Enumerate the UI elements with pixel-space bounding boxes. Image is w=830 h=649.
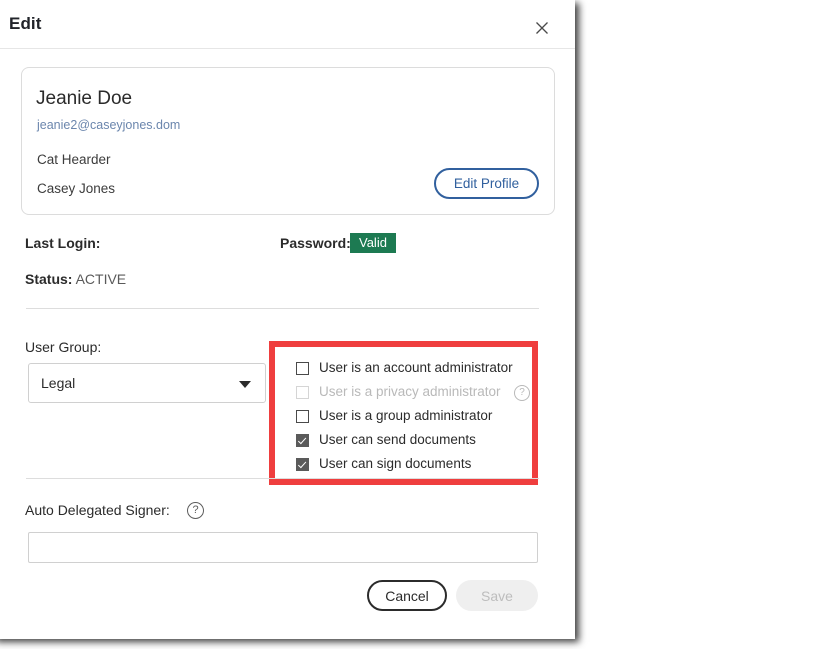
profile-job-title: Cat Hearder — [37, 152, 111, 167]
permission-row[interactable]: User is a group administrator — [281, 407, 526, 428]
status-row: Status: ACTIVE — [25, 271, 126, 287]
permission-label: User is an account administrator — [319, 360, 513, 375]
last-login-label: Last Login: — [25, 235, 101, 251]
status-badge: Valid — [350, 233, 396, 253]
question-mark-circle-icon[interactable]: ? — [187, 502, 204, 519]
divider — [26, 308, 539, 309]
checkbox-checked[interactable] — [296, 458, 309, 471]
profile-company: Casey Jones — [37, 181, 116, 196]
password-label: Password: — [280, 235, 351, 251]
status-label: Status: — [25, 271, 73, 287]
user-group-value: Legal — [41, 375, 76, 391]
auto-delegated-signer-input[interactable] — [28, 532, 538, 563]
divider — [26, 478, 539, 479]
question-mark-circle-icon[interactable]: ? — [514, 385, 530, 401]
profile-name: Jeanie Doe — [36, 88, 133, 109]
permission-row[interactable]: User is an account administrator — [281, 359, 526, 380]
save-button: Save — [456, 580, 538, 611]
permission-label: User can sign documents — [319, 456, 472, 471]
checkbox-unchecked[interactable] — [296, 362, 309, 375]
user-group-label: User Group: — [25, 339, 102, 355]
permission-label: User is a group administrator — [319, 408, 493, 423]
permission-row[interactable]: User can sign documents — [281, 455, 526, 476]
checkbox-checked[interactable] — [296, 434, 309, 447]
edit-profile-button[interactable]: Edit Profile — [434, 168, 539, 199]
dialog-header: Edit — [0, 0, 575, 49]
page-title: Edit — [9, 14, 42, 33]
permission-label: User is a privacy administrator — [319, 384, 501, 399]
chevron-down-icon — [239, 381, 251, 388]
permission-row[interactable]: User can send documents — [281, 431, 526, 452]
cancel-button[interactable]: Cancel — [367, 580, 447, 611]
profile-email-link[interactable]: jeanie2@caseyjones.dom — [37, 118, 180, 132]
permissions-highlight-box: User is an account administrator User is … — [269, 341, 538, 485]
permissions-list: User is an account administrator User is … — [281, 353, 530, 476]
permission-row: User is a privacy administrator? — [281, 383, 530, 404]
checkbox-unchecked[interactable] — [296, 410, 309, 423]
status-value: ACTIVE — [75, 271, 127, 287]
checkbox-unchecked — [296, 386, 309, 399]
close-icon[interactable] — [532, 18, 552, 38]
profile-card: Jeanie Doe jeanie2@caseyjones.dom Cat He… — [21, 67, 555, 215]
user-group-select[interactable]: Legal — [28, 363, 266, 403]
edit-user-dialog: Edit Jeanie Doe jeanie2@caseyjones.dom C… — [0, 0, 575, 639]
permission-label: User can send documents — [319, 432, 476, 447]
auto-delegated-signer-label: Auto Delegated Signer: — [25, 502, 170, 518]
